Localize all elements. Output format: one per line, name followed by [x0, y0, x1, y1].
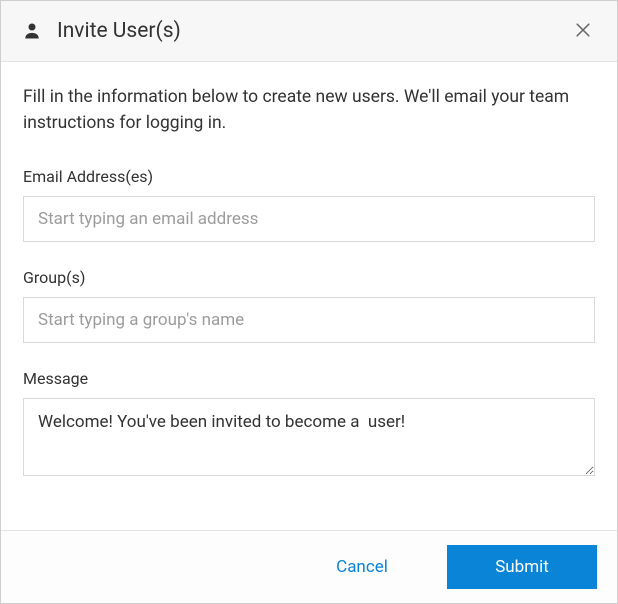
user-icon	[21, 20, 43, 42]
dialog-body: Fill in the information below to create …	[1, 62, 617, 530]
email-input[interactable]	[23, 196, 595, 242]
email-label: Email Address(es)	[23, 167, 595, 186]
dialog-header: Invite User(s)	[1, 1, 617, 62]
message-field-group: Message	[23, 369, 595, 480]
message-label: Message	[23, 369, 595, 388]
invite-users-dialog: Invite User(s) Fill in the information b…	[0, 0, 618, 604]
groups-label: Group(s)	[23, 268, 595, 287]
dialog-footer: Cancel Submit	[1, 530, 617, 603]
message-textarea[interactable]	[23, 398, 595, 476]
submit-button[interactable]: Submit	[447, 545, 597, 589]
close-button[interactable]	[569, 17, 597, 45]
cancel-button[interactable]: Cancel	[287, 545, 437, 589]
groups-input[interactable]	[23, 297, 595, 343]
groups-field-group: Group(s)	[23, 268, 595, 343]
email-field-group: Email Address(es)	[23, 167, 595, 242]
dialog-title: Invite User(s)	[57, 19, 555, 43]
intro-text: Fill in the information below to create …	[23, 84, 595, 137]
close-icon	[573, 20, 593, 43]
